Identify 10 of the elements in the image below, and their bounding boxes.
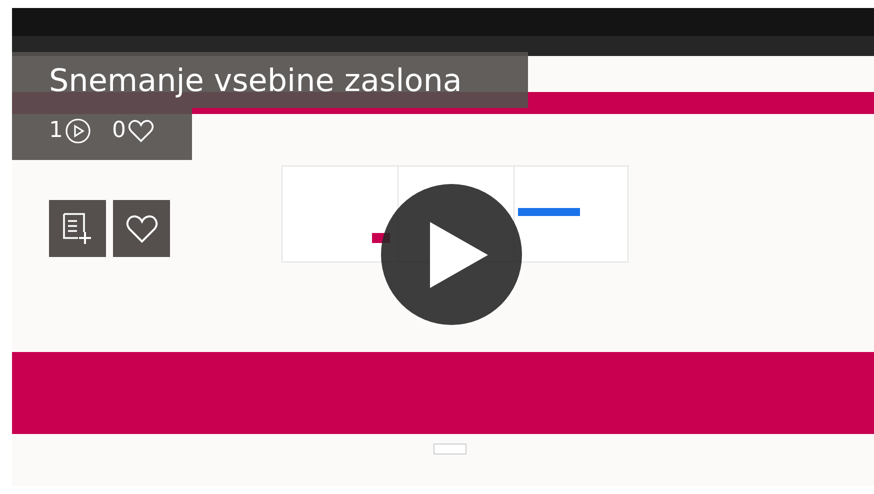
- video-title: Snemanje vsebine zaslona: [12, 52, 528, 108]
- heart-icon: [128, 118, 154, 142]
- playlist-add-icon: [62, 212, 94, 246]
- like-button[interactable]: [113, 200, 170, 257]
- add-to-playlist-button[interactable]: [49, 200, 106, 257]
- play-count-icon: [65, 118, 91, 144]
- heart-icon: [124, 214, 158, 244]
- play-count: 1: [49, 117, 63, 145]
- like-count: 0: [112, 117, 126, 145]
- play-icon: [430, 222, 488, 288]
